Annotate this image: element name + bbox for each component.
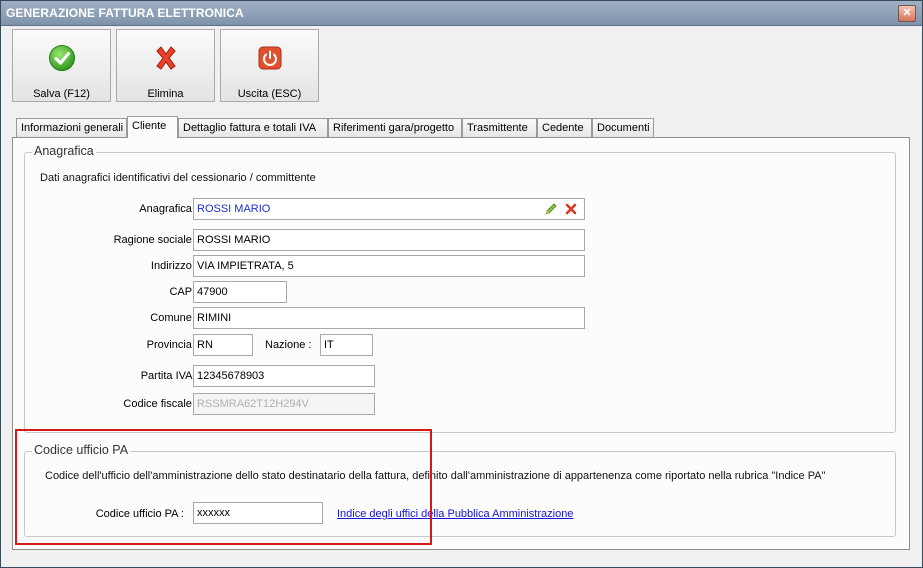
save-button[interactable]: Salva (F12) [12,29,111,102]
anagrafica-field[interactable]: ROSSI MARIO [193,198,585,220]
exit-button[interactable]: Uscita (ESC) [220,29,319,102]
tab-cliente[interactable]: Cliente [127,116,178,138]
comune-label: Comune : [150,312,198,324]
anagrafica-group: Anagrafica Dati anagrafici identificativ… [24,144,896,433]
codice-ufficio-group: Codice ufficio PA Codice dell'ufficio de… [24,443,896,537]
partita-iva-input[interactable]: 12345678903 [193,365,375,387]
nazione-label: Nazione : [265,339,312,351]
indice-pa-link[interactable]: Indice degli uffici della Pubblica Ammin… [337,508,573,520]
codice-ufficio-label: Codice ufficio PA : [95,508,184,520]
title-bar[interactable]: GENERAZIONE FATTURA ELETTRONICA ✕ [1,1,922,26]
power-icon [258,46,281,70]
save-label: Salva (F12) [33,88,90,100]
anagrafica-label: Anagrafica : [139,203,198,215]
codice-fiscale-label: Codice fiscale : [123,398,198,410]
codice-ufficio-input[interactable]: xxxxxx [193,502,323,524]
ragione-sociale-input[interactable]: ROSSI MARIO [193,229,585,251]
partita-iva-label: Partita IVA : [140,370,198,382]
codice-fiscale-input: RSSMRA62T12H294V [193,393,375,415]
exit-label: Uscita (ESC) [237,88,302,100]
clear-x-icon[interactable] [564,202,578,216]
close-window-button[interactable]: ✕ [898,5,916,22]
anagrafica-value: ROSSI MARIO [197,203,271,215]
indirizzo-input[interactable]: VIA IMPIETRATA, 5 [193,255,585,277]
codice-ufficio-group-title: Codice ufficio PA [32,443,131,457]
edit-pencil-icon[interactable] [544,202,558,216]
app-window: GENERAZIONE FATTURA ELETTRONICA ✕ Salva … [0,0,923,568]
delete-button[interactable]: Elimina [116,29,215,102]
cap-input[interactable]: 47900 [193,281,287,303]
comune-input[interactable]: RIMINI [193,307,585,329]
indirizzo-label: Indirizzo : [150,260,198,272]
tab-informazioni-generali[interactable]: Informazioni generali [16,118,127,137]
anagrafica-description: Dati anagrafici identificativi del cessi… [40,172,316,184]
tab-panel-cliente: Anagrafica Dati anagrafici identificativ… [12,137,910,550]
nazione-input[interactable]: IT [320,334,373,356]
red-x-icon [155,46,176,70]
tab-trasmittente[interactable]: Trasmittente [462,118,537,137]
check-circle-icon [48,45,75,71]
tab-dettaglio-fattura[interactable]: Dettaglio fattura e totali IVA [178,118,328,137]
window-title: GENERAZIONE FATTURA ELETTRONICA [6,6,244,20]
delete-label: Elimina [147,88,184,100]
codice-ufficio-description: Codice dell'ufficio dell'amministrazione… [45,470,826,482]
tab-documenti[interactable]: Documenti [592,118,654,137]
provincia-label: Provincia : [146,339,198,351]
provincia-input[interactable]: RN [193,334,253,356]
anagrafica-group-title: Anagrafica [32,144,96,158]
tab-cedente[interactable]: Cedente [537,118,592,137]
tab-riferimenti-gara[interactable]: Riferimenti gara/progetto [328,118,462,137]
ragione-sociale-label: Ragione sociale : [113,234,198,246]
